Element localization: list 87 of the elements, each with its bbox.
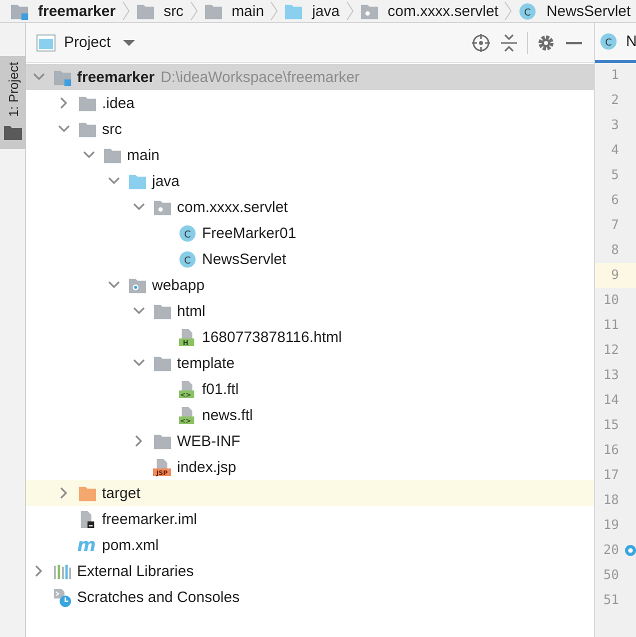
- line-number: 10: [602, 292, 620, 310]
- tree-item[interactable]: External Libraries: [26, 558, 594, 584]
- line-number: 11: [602, 317, 620, 335]
- class-icon: C: [178, 224, 197, 242]
- item-label: NewsServlet: [202, 250, 286, 268]
- tree-item[interactable]: C FreeMarker01: [26, 220, 594, 246]
- item-label: webapp: [152, 276, 205, 294]
- tree-item[interactable]: webapp: [26, 272, 594, 298]
- item-label: Scratches and Consoles: [77, 588, 240, 606]
- breadcrumb[interactable]: src: [136, 2, 184, 20]
- line-number: 19: [602, 517, 620, 535]
- item-label: freemarker.iml: [102, 510, 198, 528]
- chevron-separator-icon: [270, 1, 278, 21]
- breadcrumb[interactable]: main: [204, 2, 264, 20]
- item-label: WEB-INF: [177, 432, 240, 450]
- class-icon: C: [178, 250, 197, 268]
- tab-label: N: [626, 33, 636, 50]
- item-label: index.jsp: [177, 458, 236, 476]
- tree-item[interactable]: target: [26, 480, 594, 506]
- item-label: news.ftl: [202, 406, 253, 424]
- tree-item[interactable]: template: [26, 350, 594, 376]
- line-number: 4: [610, 142, 620, 160]
- item-label: target: [102, 484, 140, 502]
- collapse-all-icon[interactable]: [499, 32, 519, 52]
- line-number: 8: [610, 242, 620, 260]
- class-icon: C: [518, 2, 538, 20]
- chevron-separator-icon: [504, 1, 512, 21]
- breadcrumb[interactable]: java: [284, 2, 340, 20]
- line-number: 51: [602, 592, 620, 610]
- line-number: 3: [610, 117, 620, 135]
- editor-tab[interactable]: C N: [595, 23, 636, 63]
- crosshair-icon[interactable]: [471, 32, 491, 52]
- line-number: 15: [602, 417, 620, 435]
- tree-item[interactable]: Scratches and Consoles: [26, 584, 594, 610]
- item-label: 1680773878116.html: [202, 328, 342, 346]
- tree-item[interactable]: m pom.xml: [26, 532, 594, 558]
- item-label: .idea: [102, 94, 135, 112]
- line-number: 17: [602, 467, 620, 485]
- panel-title: Project: [64, 34, 111, 51]
- breadcrumb[interactable]: freemarker: [10, 2, 116, 20]
- line-number: 7: [610, 217, 620, 235]
- item-label: java: [152, 172, 180, 190]
- line-number: 12: [602, 342, 620, 360]
- item-label: External Libraries: [77, 562, 194, 580]
- tree-item[interactable]: freemarker D:\ideaWorkspace\freemarker: [26, 64, 594, 90]
- item-label: com.xxxx.servlet: [177, 198, 288, 216]
- line-number: 18: [602, 492, 620, 510]
- line-number: 2: [610, 92, 620, 110]
- item-label: FreeMarker01: [202, 224, 296, 242]
- tree-item[interactable]: com.xxxx.servlet: [26, 194, 594, 220]
- tree-item[interactable]: src: [26, 116, 594, 142]
- tool-window-tab[interactable]: 1: Project: [0, 56, 26, 149]
- tree-item[interactable]: freemarker.iml: [26, 506, 594, 532]
- chevron-separator-icon: [346, 1, 354, 21]
- tree-item[interactable]: java: [26, 168, 594, 194]
- item-label: main: [127, 146, 160, 164]
- file-icon: [78, 510, 97, 528]
- item-label: src: [102, 120, 122, 138]
- class-icon: C: [599, 32, 618, 51]
- item-label: template: [177, 354, 235, 372]
- breadcrumb[interactable]: com.xxxx.servlet: [360, 2, 498, 20]
- chevron-separator-icon: [122, 1, 130, 21]
- file-clock-icon: [53, 588, 72, 606]
- override-marker-icon[interactable]: [625, 545, 636, 556]
- item-label: freemarker: [77, 68, 155, 86]
- line-number: 14: [602, 392, 620, 410]
- line-number: 50: [602, 567, 620, 585]
- breadcrumb[interactable]: C NewsServlet: [518, 2, 631, 20]
- window-icon: [36, 32, 56, 52]
- tree-item[interactable]: WEB-INF: [26, 428, 594, 454]
- tree-item[interactable]: html: [26, 298, 594, 324]
- chevron-separator-icon: [190, 1, 198, 21]
- line-number: 1: [610, 67, 620, 85]
- line-number: 5: [610, 167, 620, 185]
- item-label: pom.xml: [102, 536, 159, 554]
- letter-m-icon: m: [78, 536, 97, 554]
- tree-item[interactable]: C NewsServlet: [26, 246, 594, 272]
- item-label: f01.ftl: [202, 380, 239, 398]
- item-label: html: [177, 302, 206, 320]
- tree-item[interactable]: main: [26, 142, 594, 168]
- line-number: 13: [602, 367, 620, 385]
- settings-icon[interactable]: [536, 32, 556, 52]
- tree-item[interactable]: .idea: [26, 90, 594, 116]
- line-number: 20: [602, 542, 620, 560]
- line-number: 6: [610, 192, 620, 210]
- path-label: D:\ideaWorkspace\freemarker: [160, 68, 360, 86]
- line-number: 16: [602, 442, 620, 460]
